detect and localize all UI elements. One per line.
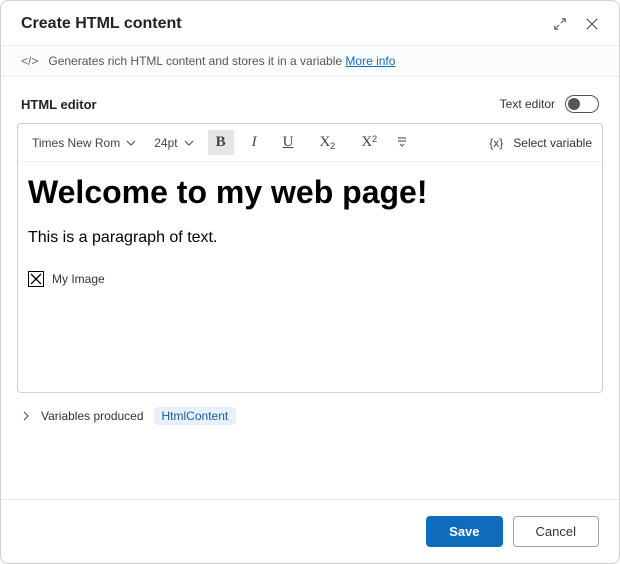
variable-icon[interactable]: {x} [489, 136, 503, 150]
chevron-down-icon [184, 138, 194, 148]
variable-tag[interactable]: HtmlContent [154, 407, 237, 425]
broken-image-icon [28, 271, 44, 287]
text-editor-label: Text editor [500, 97, 555, 111]
text-editor-toggle[interactable] [565, 95, 599, 113]
dialog-title: Create HTML content [21, 15, 553, 33]
content-paragraph: This is a paragraph of text. [28, 229, 592, 247]
toolbar-more-button[interactable] [395, 134, 409, 151]
superscript-button[interactable]: X2 [353, 130, 385, 155]
editor-header-label: HTML editor [21, 97, 500, 112]
more-info-link[interactable]: More info [345, 54, 395, 68]
editor-toolbar: Times New Rom 24pt B I U X2 X2 {x} Selec… [18, 124, 602, 162]
close-icon[interactable] [585, 17, 599, 31]
expand-icon[interactable] [553, 17, 567, 31]
content-heading: Welcome to my web page! [28, 174, 592, 211]
underline-button[interactable]: U [275, 130, 302, 155]
font-family-value: Times New Rom [32, 136, 120, 150]
italic-button[interactable]: I [244, 130, 265, 155]
chevron-down-icon [126, 138, 136, 148]
bold-button[interactable]: B [208, 130, 234, 155]
font-family-dropdown[interactable]: Times New Rom [28, 134, 140, 152]
font-size-value: 24pt [154, 136, 177, 150]
editor-box: Times New Rom 24pt B I U X2 X2 {x} Selec… [17, 123, 603, 393]
font-size-dropdown[interactable]: 24pt [150, 134, 197, 152]
info-banner: </> Generates rich HTML content and stor… [1, 45, 619, 77]
save-button[interactable]: Save [426, 516, 502, 547]
chevron-right-icon[interactable] [21, 411, 31, 421]
banner-text: Generates rich HTML content and stores i… [48, 54, 342, 68]
select-variable-button[interactable]: Select variable [513, 136, 592, 150]
editor-canvas[interactable]: Welcome to my web page! This is a paragr… [18, 162, 602, 392]
image-alt-text: My Image [52, 272, 105, 286]
code-icon: </> [21, 54, 38, 68]
image-placeholder[interactable]: My Image [28, 271, 592, 287]
cancel-button[interactable]: Cancel [513, 516, 599, 547]
variables-produced-label[interactable]: Variables produced [41, 409, 144, 423]
subscript-button[interactable]: X2 [311, 130, 343, 155]
